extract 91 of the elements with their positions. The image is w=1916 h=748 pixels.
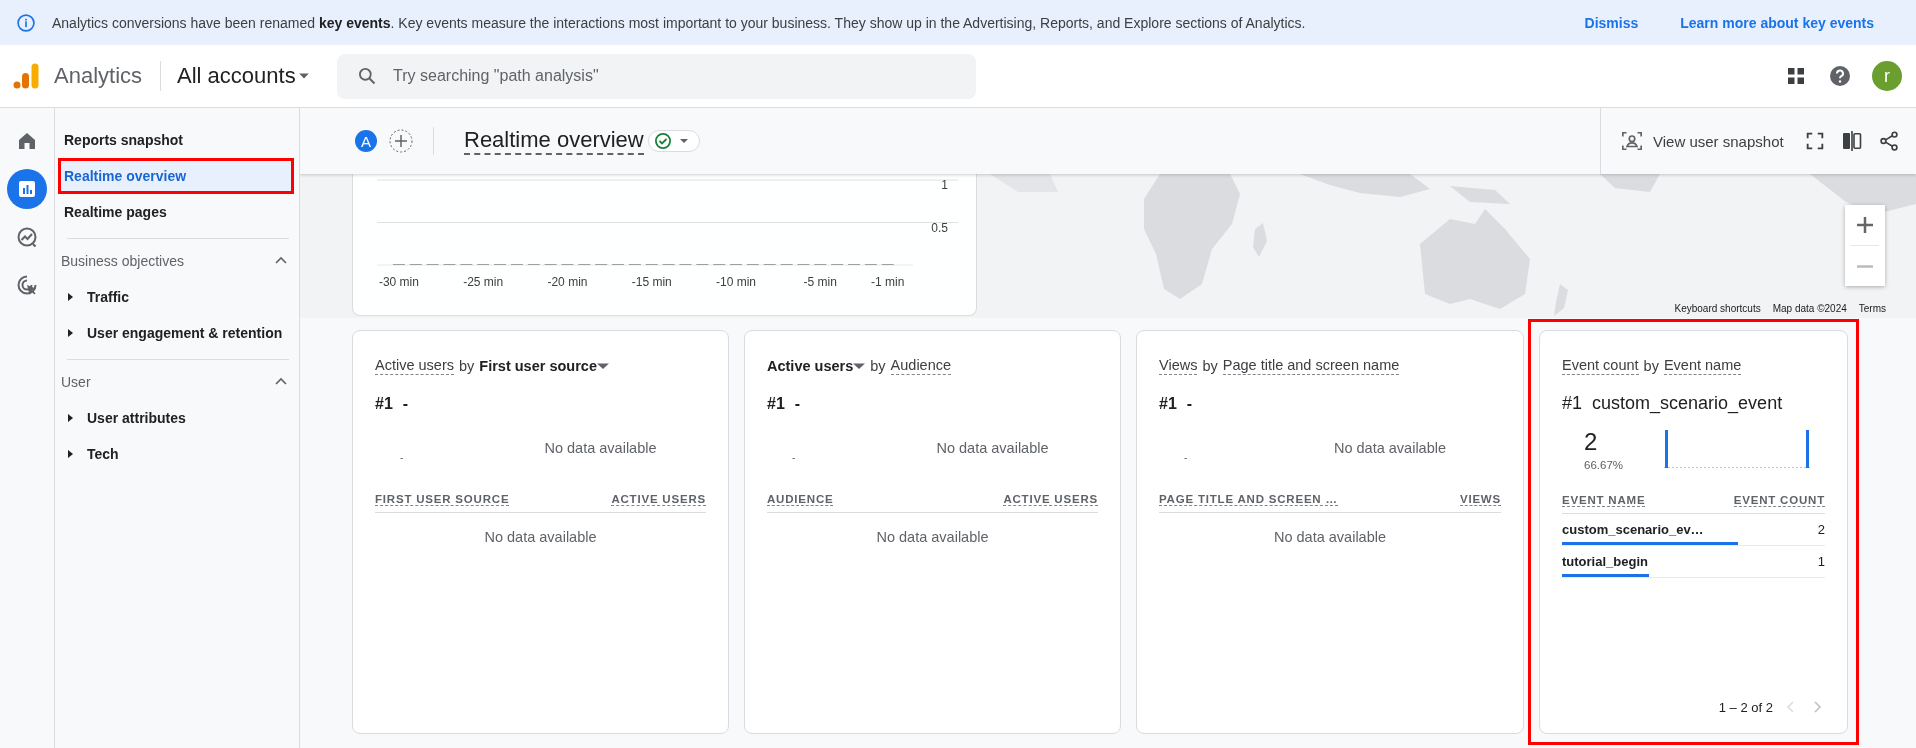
add-comparison-icon[interactable] [389,129,413,153]
sidebar-item[interactable]: User engagement & retention [65,315,299,351]
empty-message: No data available [1332,440,1448,456]
top-item: - [402,395,409,413]
pagination-label: 1 – 2 of 2 [1718,699,1773,715]
sidebar-item[interactable]: Traffic [65,279,299,315]
person-frame-icon [1621,130,1643,152]
banner-message: Analytics conversions have been renamed key events. Key events measure the interactions most important to your business. They show up in the Advertising, Reports, and Explore sections of Analytics. [52,14,1307,31]
section-title: Business objectives [61,253,184,269]
metric-link[interactable]: Page title and screen name [1222,357,1400,375]
placeholder-text: - [791,452,797,463]
metric-link[interactable]: Event count [1562,357,1639,375]
title-text: by [1643,358,1659,374]
axis-label: 0.5 [931,220,948,235]
rank-label: #1 [1562,393,1583,414]
placeholder-text: - [1183,452,1189,463]
table-cell: custom_scenario_ev… [1562,522,1704,537]
trend-chart-icon [15,225,39,249]
target-cursor-icon [15,273,39,297]
top-item: - [794,395,801,413]
top-item: custom_scenario_event [1592,393,1783,414]
table-cell: tutorial_begin [1562,554,1648,569]
search-field[interactable]: Try searching "path analysis" [337,53,977,99]
help-icon[interactable] [1828,64,1852,88]
banner-link[interactable]: Dismiss [1584,14,1639,31]
column-header[interactable]: FIRST USER SOURCE [375,493,510,506]
empty-message: No data available [483,529,598,545]
product-name: Analytics [54,63,143,89]
axis-label: -20 min [547,275,588,289]
title-text: by [870,358,886,374]
metric-percent: 66.67% [1584,458,1624,471]
table-cell: 1 [1817,554,1825,569]
share-icon[interactable] [1877,130,1900,152]
axis-label: -25 min [463,275,504,289]
sidebar-item[interactable]: User attributes [65,400,299,436]
metric-link[interactable]: Audience [890,357,952,375]
column-header[interactable]: EVENT COUNT [1733,494,1825,507]
column-header[interactable]: ACTIVE USERS [611,493,706,506]
sidebar-item[interactable]: Realtime pages [61,197,291,227]
map-attribution[interactable]: Terms [1858,303,1886,314]
metric-link[interactable]: Views [1159,357,1198,375]
info-icon [16,12,36,33]
sidebar-item[interactable]: Realtime overview [61,161,291,191]
plus-icon [1857,217,1873,233]
placeholder-text: - [399,452,405,463]
empty-message: No data available [1272,529,1388,545]
section-title: User [61,374,91,390]
sidebar-item[interactable]: Reports snapshot [61,125,291,155]
rank-label: #1 [1159,395,1177,413]
metric-dropdown[interactable]: Active users [767,358,866,374]
metric-link[interactable]: Event name [1663,357,1742,375]
metric-value: 2 [1584,427,1599,456]
section-header[interactable]: User [61,364,289,400]
axis-label: -1 min [871,275,905,289]
caret-down-icon [678,136,689,146]
column-header[interactable]: PAGE TITLE AND SCREEN … [1159,493,1338,506]
view-snapshot-button[interactable]: View user snapshot [1621,130,1784,152]
map-attribution[interactable]: Map data ©2024 [1772,303,1847,314]
rail-button[interactable] [7,169,47,209]
minus-icon [1857,264,1873,268]
search-icon [357,65,378,86]
table-cell: 2 [1817,522,1825,537]
account-selector[interactable]: All accounts [177,63,324,89]
rank-label: #1 [375,395,393,413]
comparison-badge[interactable]: A [355,130,377,152]
analytics-logo-icon [12,62,40,90]
axis-label: -15 min [631,275,672,289]
page-title: Realtime overview [464,127,644,155]
title-text: by [459,358,475,374]
column-header[interactable]: ACTIVE USERS [1003,493,1098,506]
column-header[interactable]: EVENT NAME [1562,494,1646,507]
axis-label: -5 min [803,275,837,289]
empty-message: No data available [875,529,990,545]
column-header[interactable]: AUDIENCE [767,493,834,506]
rank-label: #1 [767,395,785,413]
axis-label: -30 min [378,275,419,289]
empty-message: No data available [935,440,1050,456]
metric-link[interactable]: Active users [375,357,454,375]
sidebar-item[interactable]: Tech [65,436,299,472]
axis-label: 1 [941,178,948,192]
section-header[interactable]: Business objectives [61,243,289,279]
metric-dropdown[interactable]: First user source [479,358,609,374]
banner-link[interactable]: Learn more about key events [1680,14,1874,31]
zoom-in-button[interactable] [1845,205,1885,245]
status-dropdown[interactable] [647,130,700,152]
column-header[interactable]: VIEWS [1459,493,1501,506]
axis-label: -10 min [716,275,757,289]
title-text: by [1202,358,1218,374]
top-item: - [1186,395,1193,413]
map-attribution[interactable]: Keyboard shortcuts [1674,303,1761,314]
empty-message: No data available [543,440,658,456]
